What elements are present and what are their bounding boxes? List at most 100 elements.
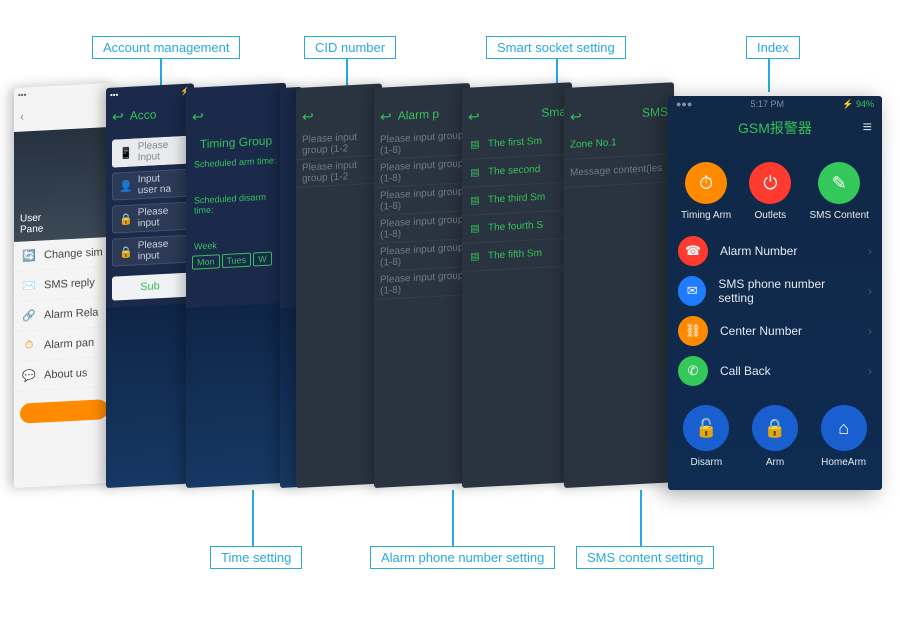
action-icon: ⏻ — [749, 162, 791, 204]
arm-action[interactable]: ⌂ HomeArm — [821, 405, 867, 468]
group-input[interactable]: Please input group (1-2 — [296, 127, 382, 160]
arm-label: Arm — [766, 457, 784, 468]
menu-item[interactable]: ⛓ Center Number › — [678, 311, 872, 351]
leader-line — [768, 58, 770, 92]
arm-action[interactable]: 🔓 Disarm — [683, 405, 729, 468]
socket-icon: ▤ — [468, 221, 482, 236]
socket-item[interactable]: ▤ The fifth Sm — [462, 238, 572, 272]
item-label: About us — [44, 367, 87, 381]
back-icon[interactable]: ↩ — [570, 108, 582, 126]
text-input[interactable]: 👤 Input user na — [112, 169, 188, 201]
placeholder: Input user na — [138, 172, 181, 196]
page-title: Alarm p — [398, 107, 439, 123]
text-input[interactable]: 🔒 Please input — [112, 235, 188, 267]
arm-label: Disarm — [690, 457, 722, 468]
item-icon: 🔗 — [22, 309, 36, 323]
action-pill[interactable] — [20, 399, 108, 424]
weekday-toggle[interactable]: Mon — [192, 254, 220, 269]
status-bar: ●●● 5:17 PM ⚡ 94% — [668, 96, 882, 112]
placeholder: Please Input — [138, 139, 181, 163]
quick-action[interactable]: ⏱ Timing Arm — [681, 162, 731, 221]
phone-cid1: ↩ Please input group (1-2 Please input g… — [296, 83, 382, 488]
user-panel[interactable]: User Pane — [14, 127, 114, 242]
quick-action[interactable]: ⏻ Outlets — [749, 162, 791, 221]
item-icon: ✆ — [678, 356, 708, 386]
phone-settings: ••• ‹ User Pane 🔄 Change sim ✉️ SMS repl… — [14, 83, 114, 488]
phone-timing: ↩ Timing Group Scheduled arm time: Sched… — [186, 83, 286, 488]
leader-line — [252, 490, 254, 546]
submit-button[interactable]: Sub — [112, 273, 188, 301]
action-label: Timing Arm — [681, 210, 731, 221]
weekday-toggle[interactable]: W — [253, 252, 272, 267]
phone-alarm: ↩ Alarm p Please input group (1-8)Please… — [374, 83, 470, 488]
back-icon[interactable]: ↩ — [112, 108, 124, 126]
header: ↩ — [296, 97, 382, 132]
page-title: Sma — [541, 105, 566, 120]
label-cid-number: CID number — [304, 36, 396, 59]
page-title: SMS — [642, 105, 668, 120]
group-input[interactable]: Please input group (1-2 — [296, 155, 382, 188]
label-smart-socket: Smart socket setting — [486, 36, 626, 59]
item-label: Alarm Rela — [44, 306, 98, 321]
item-icon: ✉ — [678, 276, 706, 306]
phone-socket: ↩ Sma ▤ The first Sm ▤ The second ▤ The … — [462, 82, 572, 488]
socket-label: The second — [488, 164, 540, 178]
clock: 5:17 PM — [751, 99, 785, 109]
menu-item[interactable]: ✉ SMS phone number setting › — [678, 271, 872, 311]
item-label: Center Number — [720, 324, 802, 338]
socket-label: The fourth S — [488, 220, 543, 234]
placeholder: Please input — [138, 205, 181, 229]
socket-label: The first Sm — [488, 136, 542, 150]
item-icon: 🔄 — [22, 249, 36, 263]
leader-line — [452, 490, 454, 546]
weekday-toggle[interactable]: Tues — [222, 253, 252, 269]
chevron-right-icon: › — [868, 324, 872, 338]
action-icon: ✎ — [818, 162, 860, 204]
chevron-right-icon: › — [868, 284, 872, 298]
socket-icon: ▤ — [468, 193, 482, 208]
item-icon: 💬 — [22, 369, 36, 383]
label-time-setting: Time setting — [210, 546, 302, 569]
back-icon[interactable]: ↩ — [468, 108, 480, 126]
menu-item[interactable]: ☎ Alarm Number › — [678, 231, 872, 271]
quick-action[interactable]: ✎ SMS Content — [809, 162, 868, 221]
label-alarm-phone: Alarm phone number setting — [370, 546, 555, 569]
leader-line — [640, 490, 642, 546]
arm-icon: 🔒 — [752, 405, 798, 451]
item-label: SMS phone number setting — [718, 277, 856, 305]
item-icon: ✉️ — [22, 279, 36, 293]
text-input[interactable]: 🔒 Please input — [112, 202, 188, 234]
back-icon[interactable]: ↩ — [192, 108, 204, 126]
header: ↩ Acco — [106, 97, 194, 132]
input-icon: 🔒 — [119, 212, 133, 226]
back-icon[interactable]: ↩ — [302, 108, 314, 126]
input-icon: 🔒 — [119, 245, 133, 259]
hamburger-icon[interactable]: ≡ — [863, 119, 872, 137]
socket-label: The third Sm — [488, 192, 545, 206]
socket-label: The fifth Sm — [488, 248, 542, 262]
back-icon[interactable]: ↩ — [380, 108, 392, 126]
action-icon: ⏱ — [685, 162, 727, 204]
arm-action[interactable]: 🔒 Arm — [752, 405, 798, 468]
item-label: Alarm Number — [720, 244, 797, 258]
item-label: Call Back — [720, 364, 771, 378]
item-label: SMS reply — [44, 276, 95, 291]
menu-item[interactable]: ✆ Call Back › — [678, 351, 872, 391]
battery-pct: ⚡ 94% — [842, 99, 874, 110]
text-input[interactable]: 📱 Please Input — [112, 136, 188, 168]
input-icon: 📱 — [119, 146, 133, 160]
settings-item[interactable]: 💬 About us — [14, 357, 114, 392]
page-title: Acco — [130, 107, 157, 122]
item-label: Alarm pan — [44, 336, 94, 351]
phone-index: ●●● 5:17 PM ⚡ 94% GSM报警器 ≡ ⏱ Timing Arm … — [668, 96, 882, 490]
item-icon: ☎ — [678, 236, 708, 266]
signal-dots: ●●● — [676, 99, 692, 109]
back-icon[interactable]: ‹ — [20, 109, 24, 123]
item-icon: ⛓ — [678, 316, 708, 346]
socket-icon: ▤ — [468, 165, 482, 180]
message-input[interactable]: Message content(les — [564, 154, 674, 188]
action-label: Outlets — [755, 210, 787, 221]
chevron-right-icon: › — [868, 364, 872, 378]
header: GSM报警器 ≡ — [668, 112, 882, 144]
group-input[interactable]: Please input group (1-8) — [374, 267, 470, 300]
